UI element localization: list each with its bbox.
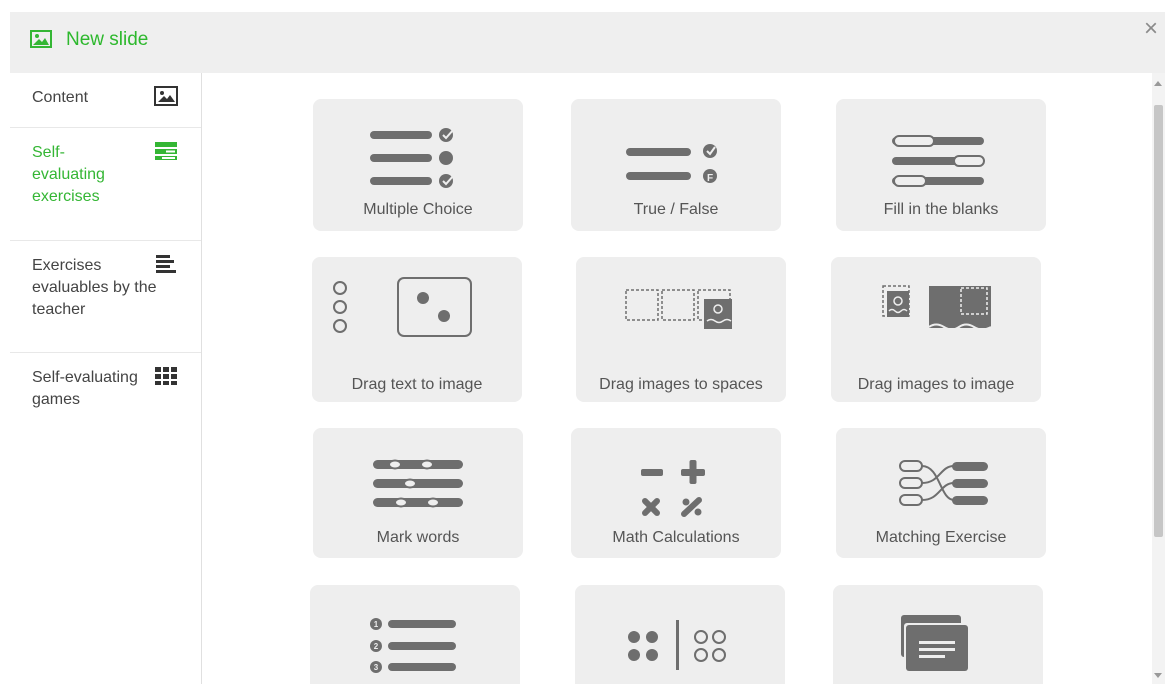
tile-drag-images-to-image[interactable]: Drag images to image bbox=[831, 257, 1041, 402]
tile-label: Math Calculations bbox=[612, 529, 740, 546]
tile-true-false[interactable]: F True / False bbox=[571, 99, 781, 231]
tile-multiple-choice[interactable]: Multiple Choice bbox=[313, 99, 523, 231]
svg-text:1: 1 bbox=[374, 620, 379, 629]
exercise-type-grid: Multiple Choice F True / False Fill in t… bbox=[202, 73, 1152, 684]
grid-icon bbox=[155, 367, 177, 385]
tile-label: Matching Exercise bbox=[875, 529, 1007, 546]
sidebar-item-self-evaluating-exercises[interactable]: Self-evaluating exercises bbox=[10, 128, 201, 241]
stacked-bars-icon bbox=[155, 142, 177, 160]
tile-classify[interactable] bbox=[575, 585, 785, 684]
sidebar-item-teacher-exercises[interactable]: Exercises evaluables by the teacher bbox=[10, 241, 201, 353]
drag-text-to-image-icon bbox=[333, 277, 472, 337]
tile-label: Mark words bbox=[376, 529, 460, 546]
svg-text:3: 3 bbox=[374, 663, 379, 672]
tile-label: Drag text to image bbox=[351, 376, 483, 393]
drag-images-to-image-icon bbox=[882, 285, 992, 331]
dialog-title: New slide bbox=[66, 29, 149, 50]
mark-words-icon bbox=[373, 459, 463, 508]
scrollbar-thumb[interactable] bbox=[1154, 105, 1163, 537]
tile-label: True / False bbox=[633, 201, 719, 218]
fill-blanks-icon bbox=[892, 135, 985, 187]
vertical-scrollbar[interactable] bbox=[1152, 73, 1165, 684]
tile-mark-words[interactable]: Mark words bbox=[313, 428, 523, 558]
tile-cards[interactable] bbox=[833, 585, 1043, 684]
matching-exercise-icon bbox=[899, 460, 988, 506]
sidebar-item-label: Self-evaluating exercises bbox=[32, 144, 105, 205]
close-button[interactable]: × bbox=[1139, 14, 1163, 44]
image-icon bbox=[30, 30, 52, 48]
tile-drag-text-to-image[interactable]: Drag text to image bbox=[312, 257, 522, 402]
sidebar-item-label: Self-evaluating games bbox=[32, 369, 138, 408]
tile-label: Fill in the blanks bbox=[883, 201, 999, 218]
ordered-list-icon: 1 2 3 bbox=[370, 618, 456, 673]
text-lines-icon bbox=[156, 255, 176, 273]
tile-drag-images-to-spaces[interactable]: Drag images to spaces bbox=[576, 257, 786, 402]
true-false-icon: F bbox=[626, 144, 717, 184]
scroll-up-arrow-icon[interactable] bbox=[1154, 81, 1162, 86]
tile-fill-in-the-blanks[interactable]: Fill in the blanks bbox=[836, 99, 1046, 231]
tile-label: Drag images to spaces bbox=[599, 376, 763, 393]
tile-label: Multiple Choice bbox=[363, 201, 473, 218]
cards-icon bbox=[901, 615, 968, 671]
dialog-header: New slide bbox=[10, 12, 1165, 73]
category-sidebar: Content Self-evaluating exercises Exerci… bbox=[10, 73, 202, 684]
drag-images-to-spaces-icon bbox=[625, 289, 732, 329]
sidebar-item-content[interactable]: Content bbox=[10, 73, 201, 128]
scroll-down-arrow-icon[interactable] bbox=[1154, 673, 1162, 678]
svg-text:F: F bbox=[707, 173, 713, 184]
classify-dots-icon bbox=[628, 620, 726, 670]
sidebar-item-label: Content bbox=[32, 89, 89, 106]
svg-text:2: 2 bbox=[374, 642, 379, 651]
tile-ordered-list[interactable]: 1 2 3 bbox=[310, 585, 520, 684]
tile-matching-exercise[interactable]: Matching Exercise bbox=[836, 428, 1046, 558]
math-calculations-icon bbox=[641, 460, 705, 517]
multiple-choice-icon bbox=[370, 128, 455, 188]
tile-label: Drag images to image bbox=[857, 376, 1015, 393]
image-icon bbox=[154, 86, 178, 106]
tile-math-calculations[interactable]: Math Calculations bbox=[571, 428, 781, 558]
sidebar-item-self-evaluating-games[interactable]: Self-evaluating games bbox=[10, 353, 201, 423]
